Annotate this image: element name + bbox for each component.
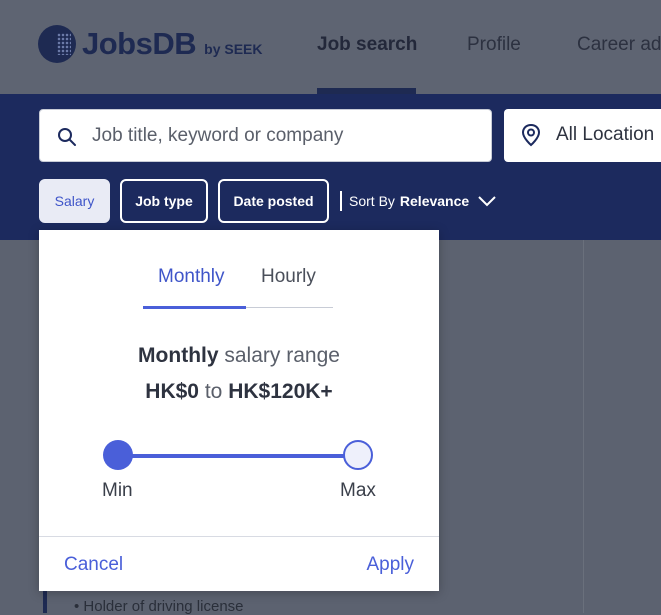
- min-salary-value: HK$0: [145, 380, 199, 403]
- logo-mark-icon: [38, 25, 76, 63]
- sort-prefix: Sort By: [349, 193, 395, 209]
- salary-range-title: Monthly salary range: [138, 344, 340, 367]
- keyword-search-input[interactable]: Job title, keyword or company: [39, 109, 492, 162]
- salary-slider-min-handle[interactable]: [103, 440, 133, 470]
- nav-career-advice[interactable]: Career ad: [577, 34, 661, 56]
- salary-filter-popup: Monthly Hourly Monthly salary range HK$0…: [39, 230, 439, 591]
- job-card-accent: [43, 590, 47, 613]
- chevron-down-icon: [478, 196, 496, 207]
- slider-max-label: Max: [340, 480, 376, 501]
- logo-subtext: by SEEK: [204, 41, 263, 57]
- sort-value: Relevance: [399, 193, 470, 209]
- logo-text: JobsDB: [82, 26, 197, 61]
- location-value: All Location: [556, 124, 655, 145]
- job-type-filter-chip[interactable]: Job type: [120, 179, 208, 223]
- apply-button[interactable]: Apply: [366, 554, 414, 576]
- nav-profile[interactable]: Profile: [467, 34, 521, 56]
- salary-range-values: HK$0 to HK$120K+: [145, 380, 333, 403]
- tab-hourly[interactable]: Hourly: [261, 266, 316, 288]
- nav-job-search[interactable]: Job search: [317, 34, 417, 56]
- cancel-button[interactable]: Cancel: [64, 554, 123, 576]
- tab-active-indicator: [143, 306, 246, 309]
- location-pin-icon: [521, 123, 541, 147]
- sort-divider: [340, 191, 342, 211]
- date-posted-filter-chip[interactable]: Date posted: [218, 179, 329, 223]
- top-nav-bar: JobsDB by SEEK Job search Profile Career…: [0, 0, 661, 95]
- sort-by-dropdown[interactable]: Sort By Relevance: [340, 191, 497, 211]
- job-card-bullet: • Holder of driving license: [74, 598, 244, 615]
- popup-footer-divider: [39, 536, 439, 537]
- salary-filter-chip[interactable]: Salary: [39, 179, 110, 223]
- salary-slider-max-handle[interactable]: [343, 440, 373, 470]
- keyword-placeholder: Job title, keyword or company: [92, 125, 344, 146]
- column-divider: [583, 240, 584, 613]
- slider-min-label: Min: [102, 480, 133, 501]
- tab-monthly[interactable]: Monthly: [158, 266, 225, 288]
- search-icon: [58, 128, 76, 146]
- salary-slider-track[interactable]: [119, 454, 359, 458]
- jobsdb-logo[interactable]: JobsDB by SEEK: [38, 25, 263, 63]
- max-salary-value: HK$120K+: [228, 380, 333, 403]
- location-select[interactable]: All Location: [504, 109, 661, 162]
